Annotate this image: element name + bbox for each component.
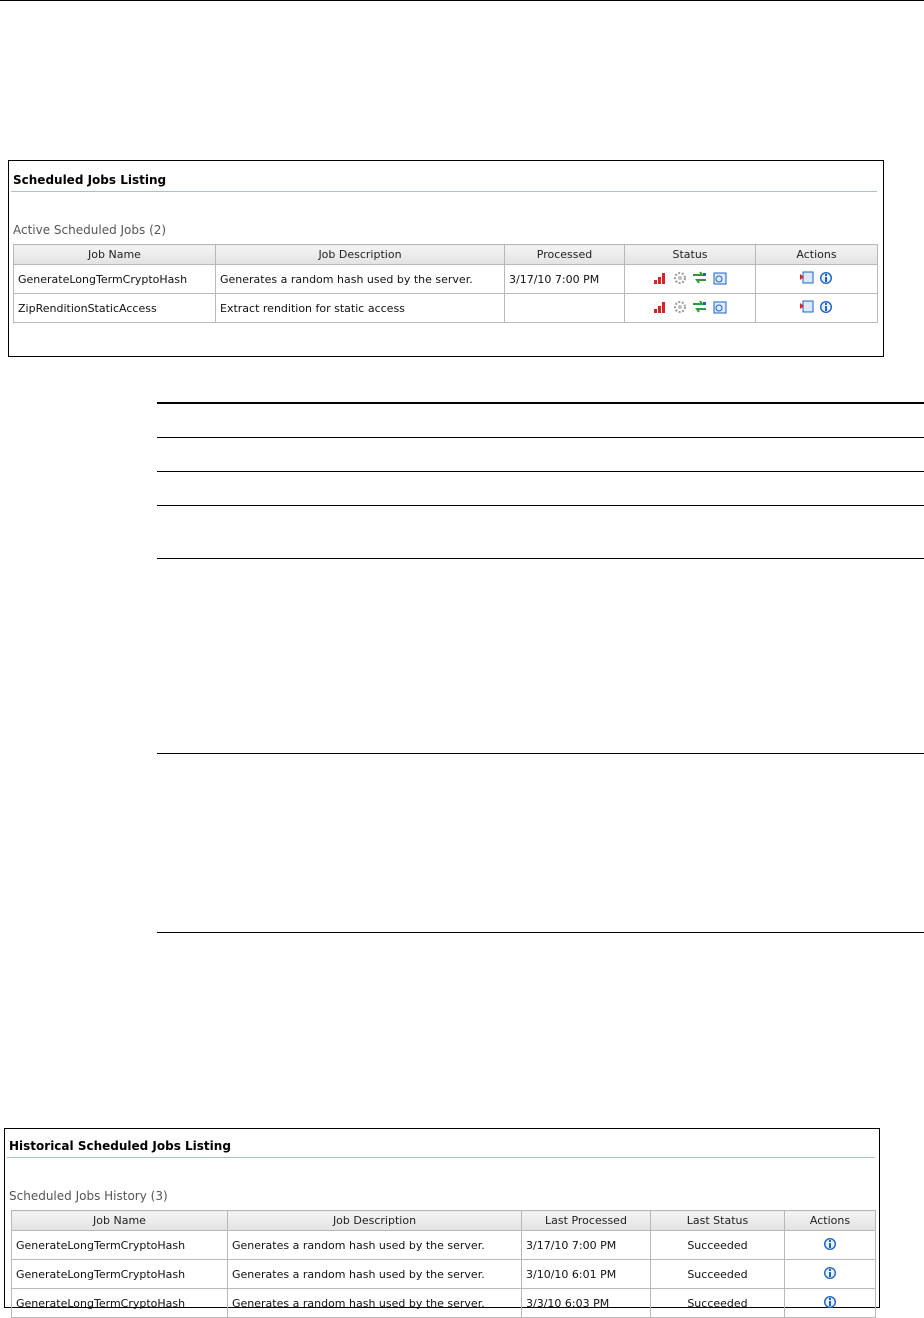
actions-cell [755,293,878,323]
panel-title-underline [7,1157,875,1158]
info-icon[interactable] [823,1237,837,1254]
status-cell [624,264,756,294]
actions-cell [755,264,878,294]
actions-cell [784,1259,876,1289]
schedule-icon[interactable] [713,271,727,288]
section-label: Scheduled Jobs History (3) [9,1189,168,1203]
column-header-job-name[interactable]: Job Name [13,244,216,265]
active-jobs-table: Job Name Job Description Processed Statu… [13,244,878,323]
history-jobs-panel: Historical Scheduled Jobs Listing Schedu… [4,1128,880,1318]
job-description-cell: Generates a random hash used by the serv… [227,1288,522,1318]
schedule-icon[interactable] [713,300,727,317]
info-icon[interactable] [819,300,833,317]
job-name-cell: GenerateLongTermCryptoHash [11,1259,228,1289]
section-label: Active Scheduled Jobs (2) [13,223,167,237]
gear-icon[interactable] [673,300,687,317]
job-name-cell: GenerateLongTermCryptoHash [13,264,216,294]
job-name-cell: GenerateLongTermCryptoHash [11,1230,228,1260]
column-header-job-description[interactable]: Job Description [215,244,505,265]
job-description-cell: Generates a random hash used by the serv… [215,264,505,294]
job-description-cell: Generates a random hash used by the serv… [227,1230,522,1260]
panel-title: Historical Scheduled Jobs Listing [9,1139,231,1153]
processed-cell [504,293,625,323]
panel-title: Scheduled Jobs Listing [13,173,167,187]
job-description-cell: Generates a random hash used by the serv… [227,1259,522,1289]
last-processed-cell: 3/17/10 7:00 PM [521,1230,651,1260]
column-header-job-description[interactable]: Job Description [227,1210,522,1231]
last-processed-cell: 3/10/10 6:01 PM [521,1259,651,1289]
column-header-actions[interactable]: Actions [784,1210,876,1231]
last-processed-cell: 3/3/10 6:03 PM [521,1288,651,1318]
edit-icon[interactable] [799,271,814,287]
info-icon[interactable] [819,271,833,288]
page-top-rule [0,0,924,1]
column-header-last-processed[interactable]: Last Processed [521,1210,651,1231]
job-description-cell: Extract rendition for static access [215,293,505,323]
column-header-job-name[interactable]: Job Name [11,1210,228,1231]
column-header-processed[interactable]: Processed [504,244,625,265]
divider-rule-thick [157,402,924,404]
history-jobs-table: Job Name Job Description Last Processed … [11,1210,876,1318]
table-row: GenerateLongTermCryptoHash Generates a r… [13,264,878,294]
table-row: GenerateLongTermCryptoHash Generates a r… [11,1230,876,1260]
last-status-cell: Succeeded [650,1259,785,1289]
table-header-row: Job Name Job Description Last Processed … [11,1210,876,1231]
panel-title-underline [11,191,877,192]
arrows-icon[interactable] [692,271,707,287]
column-header-actions[interactable]: Actions [755,244,878,265]
divider-rule [157,753,924,754]
edit-icon[interactable] [799,300,814,316]
divider-rule [157,932,924,933]
divider-rule [157,437,924,438]
arrows-icon[interactable] [692,300,707,316]
signal-bars-icon[interactable] [653,271,667,287]
divider-rule [157,471,924,472]
job-name-cell: GenerateLongTermCryptoHash [11,1288,228,1318]
gear-icon[interactable] [673,271,687,288]
column-header-status[interactable]: Status [624,244,756,265]
signal-bars-icon[interactable] [653,300,667,316]
processed-cell: 3/17/10 7:00 PM [504,264,625,294]
last-status-cell: Succeeded [650,1230,785,1260]
actions-cell [784,1230,876,1260]
job-name-cell: ZipRenditionStaticAccess [13,293,216,323]
table-row: ZipRenditionStaticAccess Extract renditi… [13,293,878,323]
actions-cell [784,1288,876,1318]
active-jobs-panel: Scheduled Jobs Listing Active Scheduled … [8,160,884,357]
status-cell [624,293,756,323]
table-row: GenerateLongTermCryptoHash Generates a r… [11,1259,876,1289]
column-header-last-status[interactable]: Last Status [650,1210,785,1231]
divider-rule [157,505,924,506]
info-icon[interactable] [823,1266,837,1283]
last-status-cell: Succeeded [650,1288,785,1318]
table-header-row: Job Name Job Description Processed Statu… [13,244,878,265]
table-row: GenerateLongTermCryptoHash Generates a r… [11,1288,876,1318]
divider-rule [157,558,924,559]
